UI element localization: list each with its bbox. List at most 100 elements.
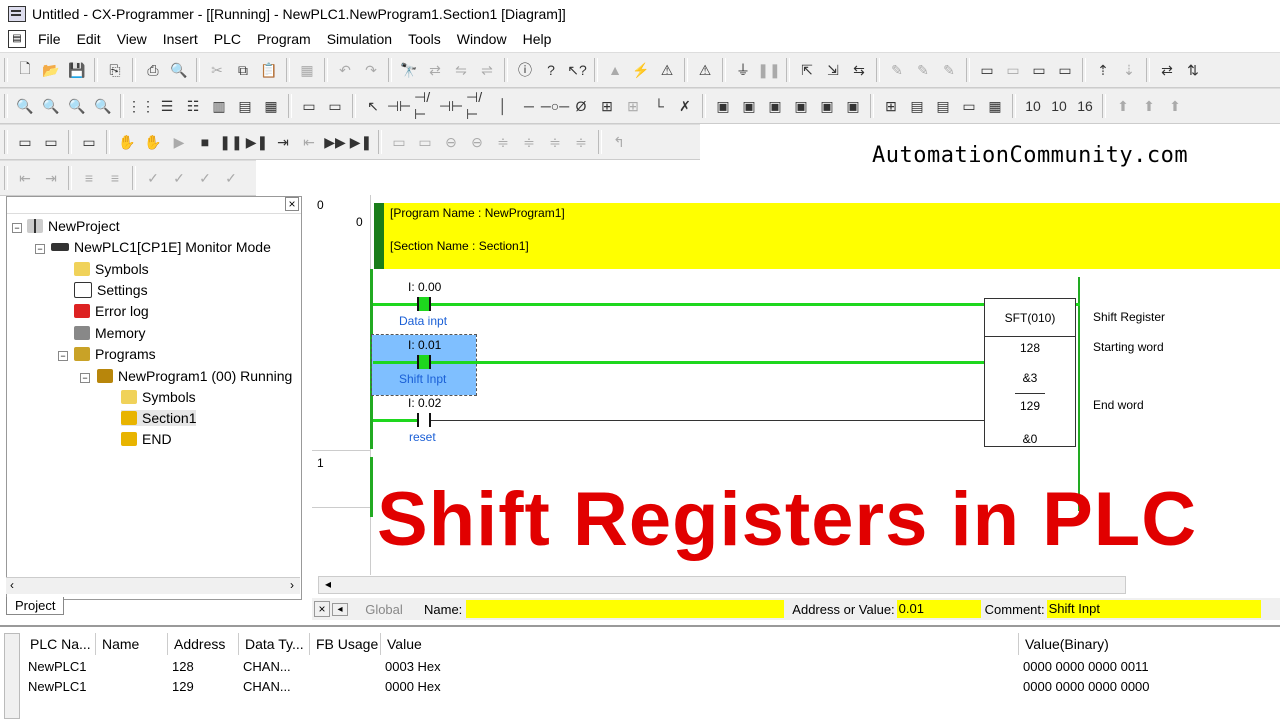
tree-node-symbols[interactable]: Symbols bbox=[74, 261, 149, 277]
plc-settings-icon[interactable]: ▭ bbox=[1028, 59, 1050, 81]
col-value[interactable]: Value bbox=[381, 633, 1019, 655]
io-condition-5-icon[interactable]: ≑ bbox=[492, 131, 514, 153]
pause-sim-icon[interactable]: ❚❚ bbox=[219, 131, 242, 153]
smart-input-icon[interactable]: ▭ bbox=[298, 95, 320, 117]
step-out-icon[interactable]: ⇤ bbox=[298, 131, 320, 153]
plc-clock-icon[interactable]: ▭ bbox=[1054, 59, 1076, 81]
output-window-icon[interactable]: ▣ bbox=[738, 95, 760, 117]
collapse-icon[interactable]: − bbox=[80, 373, 90, 383]
bar-scroll-icon[interactable]: ◂ bbox=[332, 602, 348, 616]
io-condition-8-icon[interactable]: ≑ bbox=[570, 131, 592, 153]
tree-node-programs[interactable]: Programs bbox=[74, 346, 156, 362]
cut-icon[interactable]: ✂ bbox=[206, 59, 228, 81]
outdent-icon[interactable]: ⇥ bbox=[40, 167, 62, 189]
online-edit-send-icon[interactable]: ✎ bbox=[912, 59, 934, 81]
tree-node-error-log[interactable]: Error log bbox=[74, 303, 149, 319]
force-on-icon[interactable]: ⇡ bbox=[1092, 59, 1114, 81]
col-address[interactable]: Address bbox=[168, 633, 239, 655]
new-instruction-icon[interactable]: ⊞ bbox=[596, 95, 618, 117]
ct-icon[interactable]: ▭ bbox=[324, 95, 346, 117]
menu-plc[interactable]: PLC bbox=[206, 31, 249, 47]
zoom-out-icon[interactable]: 🔍 bbox=[66, 95, 88, 117]
new-closed-coil-icon[interactable]: Ø bbox=[570, 95, 592, 117]
address-field[interactable]: 0.01 bbox=[896, 600, 981, 618]
menu-simulation[interactable]: Simulation bbox=[319, 31, 400, 47]
new-contact-icon[interactable]: ⊣⊢ bbox=[387, 95, 411, 117]
io-condition-7-icon[interactable]: ≑ bbox=[544, 131, 566, 153]
grid-icon[interactable]: ⋮⋮ bbox=[127, 95, 155, 117]
scroll-right-icon[interactable]: › bbox=[290, 578, 294, 592]
menu-program[interactable]: Program bbox=[249, 31, 319, 47]
menu-tools[interactable]: Tools bbox=[400, 31, 449, 47]
ladder-view-icon[interactable]: ⊞ bbox=[880, 95, 902, 117]
step-run-icon[interactable]: ▶❚ bbox=[246, 131, 269, 153]
check-next-icon[interactable]: ✓ bbox=[220, 167, 242, 189]
plc-io-table-icon[interactable]: ▭ bbox=[1002, 59, 1024, 81]
menu-help[interactable]: Help bbox=[515, 31, 560, 47]
select-arrow-icon[interactable]: ↖ bbox=[362, 95, 384, 117]
cross-ref-window-icon[interactable]: ▣ bbox=[842, 95, 864, 117]
table-row[interactable]: NewPLC1 129 CHAN... 0000 Hex 0000 0000 0… bbox=[24, 677, 1274, 697]
table-row[interactable]: NewPLC1 128 CHAN... 0003 Hex 0000 0000 0… bbox=[24, 657, 1274, 677]
menu-view[interactable]: View bbox=[109, 31, 155, 47]
decimal-display-icon[interactable]: 10 bbox=[1022, 95, 1044, 117]
differential-monitor-icon[interactable]: ⬆ bbox=[1112, 95, 1134, 117]
cross-reference-icon[interactable]: ⇋ bbox=[450, 59, 472, 81]
address-reference-tool-icon[interactable]: ▣ bbox=[790, 95, 812, 117]
check-clear-icon[interactable]: ✓ bbox=[194, 167, 216, 189]
symbol-table-icon[interactable]: ▤ bbox=[932, 95, 954, 117]
address-reference-icon[interactable]: ⇌ bbox=[476, 59, 498, 81]
memory-view-icon[interactable]: ▭ bbox=[958, 95, 980, 117]
undo-icon[interactable]: ↶ bbox=[334, 59, 356, 81]
col-plc-name[interactable]: PLC Na... bbox=[24, 633, 96, 655]
horizontal-line-icon[interactable]: ─ bbox=[518, 95, 540, 117]
help-icon[interactable]: ? bbox=[540, 59, 562, 81]
signed-decimal-display-icon[interactable]: 10 bbox=[1048, 95, 1070, 117]
simulation-online-icon[interactable]: ▭ bbox=[40, 131, 62, 153]
collapse-icon[interactable]: − bbox=[12, 223, 22, 233]
auto-online-icon[interactable]: ⚡ bbox=[630, 59, 652, 81]
list-icon[interactable]: ≡ bbox=[78, 167, 100, 189]
pause-icon[interactable]: ❚❚ bbox=[757, 59, 780, 81]
tab-project[interactable]: Project bbox=[6, 597, 65, 615]
menu-file[interactable]: File bbox=[30, 31, 69, 47]
io-table-view-icon[interactable]: ▦ bbox=[984, 95, 1006, 117]
tree-node-settings[interactable]: Settings bbox=[74, 282, 148, 298]
new-or-closed-contact-icon[interactable]: ⊣/⊢ bbox=[466, 89, 488, 122]
collapse-icon[interactable]: − bbox=[58, 351, 68, 361]
compare-icon[interactable]: ⇆ bbox=[848, 59, 870, 81]
col-name[interactable]: Name bbox=[96, 633, 168, 655]
close-workspace-icon[interactable]: × bbox=[285, 197, 299, 211]
replace-icon[interactable]: ⇄ bbox=[424, 59, 446, 81]
io-condition-1-icon[interactable]: ▭ bbox=[388, 131, 410, 153]
tree-node-plc[interactable]: NewPLC1[CP1E] Monitor Mode bbox=[51, 239, 271, 255]
watch-window-icon[interactable]: ▣ bbox=[764, 95, 786, 117]
operand-end-word[interactable]: 129 bbox=[985, 399, 1075, 413]
simulation-icon[interactable]: ▭ bbox=[14, 131, 36, 153]
scan-run-icon[interactable]: ▶❚ bbox=[350, 131, 373, 153]
tree-node-project[interactable]: NewProject bbox=[27, 218, 120, 234]
compile-icon[interactable]: ≡ bbox=[104, 167, 126, 189]
transfer-to-plc-icon[interactable]: ⇱ bbox=[796, 59, 818, 81]
show-symbol-icon[interactable]: ▤ bbox=[234, 95, 256, 117]
diagram-horizontal-scrollbar[interactable]: ◂ bbox=[318, 576, 1126, 594]
plc-memory-icon[interactable]: ▭ bbox=[976, 59, 998, 81]
tree-node-program[interactable]: NewProgram1 (00) Running bbox=[97, 368, 292, 384]
break-point-clear-icon[interactable]: ✋ bbox=[142, 131, 164, 153]
scroll-left-icon[interactable]: ◂ bbox=[325, 577, 331, 591]
contact-reset[interactable] bbox=[417, 413, 431, 427]
continuous-step-icon[interactable]: ▶▶ bbox=[324, 131, 346, 153]
close-bar-icon[interactable]: × bbox=[314, 601, 330, 617]
paste-icon[interactable]: 📋 bbox=[258, 59, 280, 81]
new-or-contact-icon[interactable]: ⊣⊢ bbox=[439, 95, 463, 117]
run-mode-icon[interactable]: ⏚ bbox=[732, 59, 754, 81]
time-chart-icon[interactable]: ⬆ bbox=[1164, 95, 1186, 117]
properties-window-icon[interactable]: ▣ bbox=[816, 95, 838, 117]
find-icon[interactable]: 🔭 bbox=[398, 59, 420, 81]
print-icon[interactable]: ⎙ bbox=[142, 59, 164, 81]
col-fb-usage[interactable]: FB Usage bbox=[310, 633, 381, 655]
document-icon[interactable]: ▤ bbox=[8, 30, 26, 48]
watch-side-bar[interactable] bbox=[4, 633, 20, 719]
online-edit-icon[interactable]: ✎ bbox=[886, 59, 908, 81]
data-trace-icon[interactable]: ⬆ bbox=[1138, 95, 1160, 117]
